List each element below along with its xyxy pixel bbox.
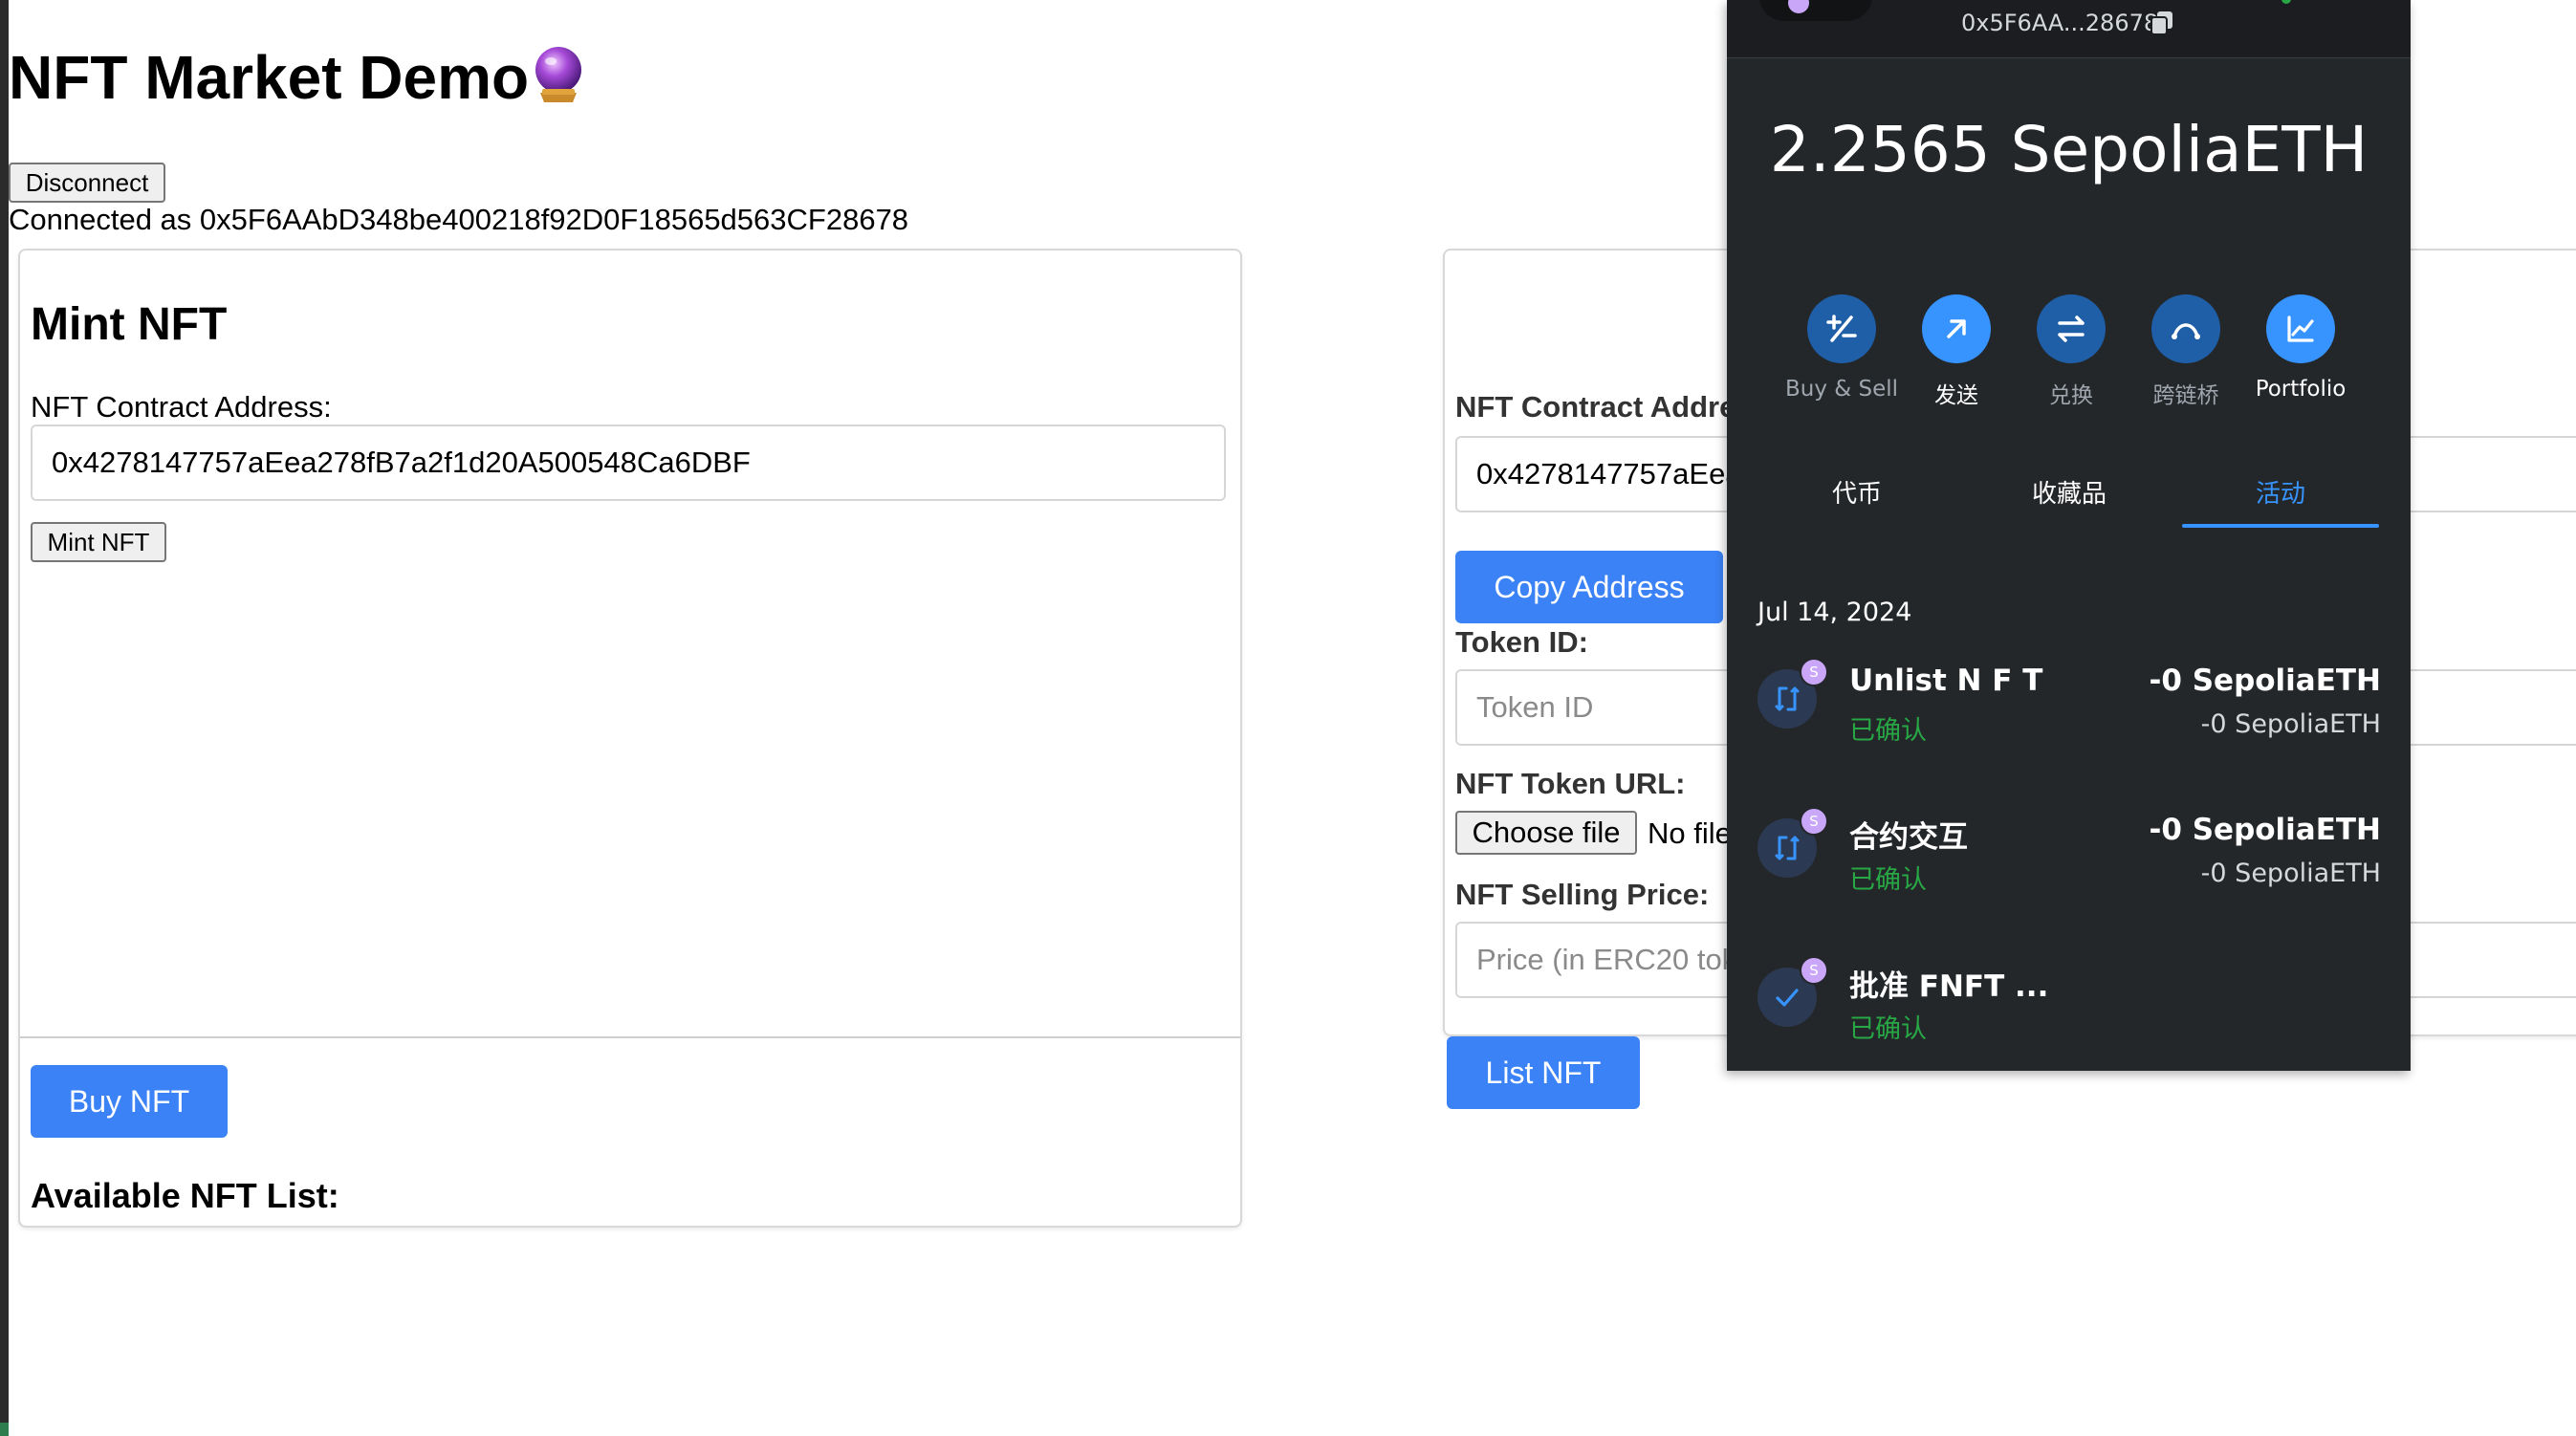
tx-status: 已确认 xyxy=(1849,865,1927,895)
send-arrow-icon xyxy=(1922,294,1991,363)
network-dot-icon xyxy=(1788,0,1809,13)
wallet-header: 0x5F6AA...28678 xyxy=(1727,0,2411,58)
tab-tokens[interactable]: 代币 xyxy=(1751,474,1963,528)
action-portfolio[interactable]: Portfolio xyxy=(2243,294,2358,402)
tx-name: Unlist N F T xyxy=(1849,664,2043,698)
mint-heading: Mint NFT xyxy=(31,299,228,350)
list-item[interactable]: S Unlist N F T 已确认 -0 SepoliaETH -0 Sepo… xyxy=(1757,658,2381,755)
disconnect-button[interactable]: Disconnect xyxy=(9,163,165,203)
list-item[interactable]: S 批准 FNFT ... 已确认 xyxy=(1757,956,2381,1054)
tx-status: 已确认 xyxy=(1849,716,1927,746)
tx-amount: -0 SepoliaETH xyxy=(2149,813,2381,847)
mint-contract-label: NFT Contract Address: xyxy=(31,390,332,424)
chart-icon xyxy=(2266,294,2335,363)
wallet-balance: 2.2565 SepoliaETH xyxy=(1769,113,2369,186)
activity-date: Jul 14, 2024 xyxy=(1757,598,1912,627)
mint-nft-card: Mint NFT NFT Contract Address: 0x4278147… xyxy=(18,249,1242,1228)
action-label: 跨链桥 xyxy=(2152,383,2219,408)
tx-status: 已确认 xyxy=(1849,1014,1927,1044)
token-id-label: Token ID: xyxy=(1455,625,1588,659)
tx-sub-amount: -0 SepoliaETH xyxy=(2200,859,2381,888)
selling-price-label: NFT Selling Price: xyxy=(1455,878,1710,911)
tab-collectibles[interactable]: 收藏品 xyxy=(1963,474,2175,528)
list-nft-button[interactable]: List NFT xyxy=(1447,1036,1640,1109)
network-badge: S xyxy=(1800,658,1828,686)
page-title-text: NFT Market Demo xyxy=(9,43,530,112)
mint-contract-address-input[interactable]: 0x4278147757aEea278fB7a2f1d20A500548Ca6D… xyxy=(31,424,1226,501)
plus-minus-icon xyxy=(1807,294,1876,363)
tab-activity[interactable]: 活动 xyxy=(2182,474,2379,528)
action-bridge[interactable]: 跨链桥 xyxy=(2128,294,2243,409)
network-badge: S xyxy=(1800,807,1828,836)
action-label: Buy & Sell xyxy=(1784,377,1899,402)
available-nft-list-heading: Available NFT List: xyxy=(31,1176,339,1215)
action-swap[interactable]: 兑换 xyxy=(2014,294,2128,409)
connected-account-text: Connected as 0x5F6AAbD348be400218f92D0F1… xyxy=(9,203,909,236)
bridge-icon xyxy=(2151,294,2220,363)
token-url-label: NFT Token URL: xyxy=(1455,767,1686,800)
page-title: NFT Market Demo xyxy=(9,42,584,113)
list-item[interactable]: S 合约交互 已确认 -0 SepoliaETH -0 SepoliaETH xyxy=(1757,807,2381,904)
tx-name: 合约交互 xyxy=(1849,820,1968,855)
choose-file-button[interactable]: Choose file xyxy=(1455,811,1637,855)
swap-icon xyxy=(2037,294,2106,363)
edge-indicator xyxy=(0,1423,9,1436)
network-selector[interactable] xyxy=(1759,0,1872,21)
tx-amount: -0 SepoliaETH xyxy=(2149,664,2381,698)
crystal-ball-icon xyxy=(533,45,584,104)
action-label: 兑换 xyxy=(2049,383,2093,408)
action-label: 发送 xyxy=(1934,383,1978,408)
buy-nft-button[interactable]: Buy NFT xyxy=(31,1065,228,1138)
copy-address-button[interactable]: Copy Address xyxy=(1455,551,1723,623)
mint-nft-button[interactable]: Mint NFT xyxy=(31,522,166,562)
wallet-address[interactable]: 0x5F6AA...28678 xyxy=(1961,10,2158,36)
card-divider xyxy=(20,1036,1240,1038)
action-buy-sell[interactable]: Buy & Sell xyxy=(1784,294,1899,402)
connected-status-dot xyxy=(2281,0,2291,4)
tx-sub-amount: -0 SepoliaETH xyxy=(2200,709,2381,739)
tx-name: 批准 FNFT ... xyxy=(1849,969,2049,1004)
copy-icon[interactable] xyxy=(2150,10,2174,36)
action-label: Portfolio xyxy=(2255,377,2347,402)
action-send[interactable]: 发送 xyxy=(1899,294,2014,409)
network-badge: S xyxy=(1800,956,1828,985)
wallet-popup: 0x5F6AA...28678 2.2565 SepoliaETH Buy & … xyxy=(1727,0,2411,1071)
window-edge xyxy=(0,0,9,1436)
